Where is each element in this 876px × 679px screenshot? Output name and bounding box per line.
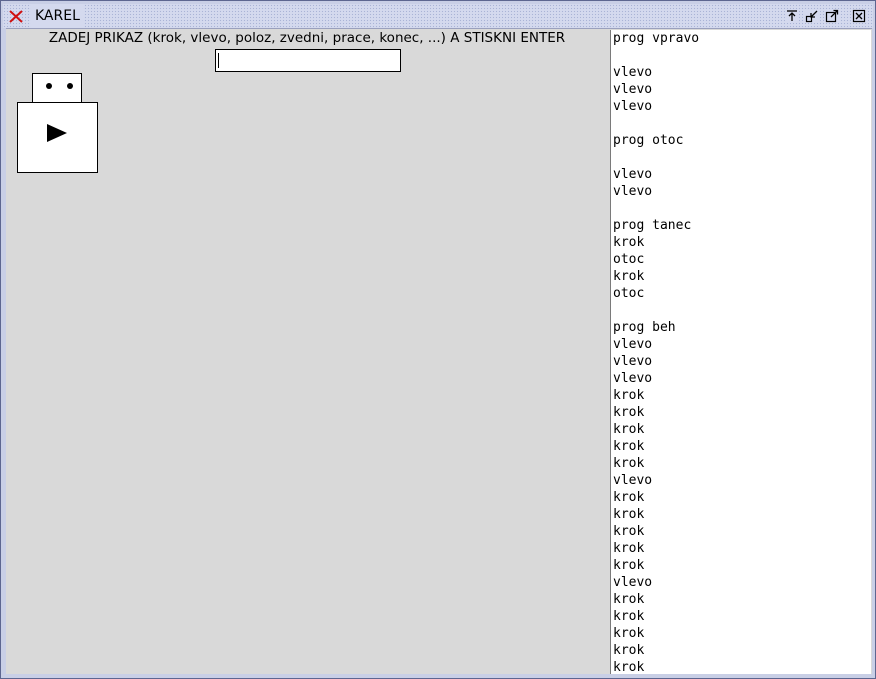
program-line: krok	[613, 456, 645, 471]
program-line: krok	[613, 660, 645, 674]
program-line: krok	[613, 507, 645, 522]
raise-icon[interactable]	[785, 9, 799, 23]
program-line: krok	[613, 592, 645, 607]
program-line: vlevo	[613, 99, 653, 114]
program-listing[interactable]: prog vpravo vlevo vlevo vlevo prog otoc vlevo…	[610, 30, 871, 674]
program-line	[613, 200, 871, 217]
program-line: otoc	[613, 252, 645, 267]
program-line	[613, 47, 871, 64]
program-line: vlevo	[613, 167, 653, 182]
program-line	[613, 149, 871, 166]
program-line: krok	[613, 439, 645, 454]
program-line: prog vpravo	[613, 31, 700, 46]
karel-window: KAREL ZADEJ PRIKAZ (krok, vlevo, poloz, …	[0, 0, 876, 679]
program-line: krok	[613, 490, 645, 505]
program-line	[613, 115, 871, 132]
client-area: ZADEJ PRIKAZ (krok, vlevo, poloz, zvedni…	[6, 28, 872, 674]
maximize-icon[interactable]	[825, 9, 839, 23]
direction-arrow-icon	[47, 124, 67, 142]
program-line: krok	[613, 609, 645, 624]
program-line: krok	[613, 269, 645, 284]
program-line: prog tanec	[613, 218, 692, 233]
minimize-icon[interactable]	[805, 9, 819, 23]
program-line: krok	[613, 541, 645, 556]
command-input[interactable]	[215, 49, 401, 72]
robot-head	[32, 73, 82, 103]
x-close-icon[interactable]	[8, 8, 24, 24]
program-line: vlevo	[613, 575, 653, 590]
program-line: krok	[613, 388, 645, 403]
window-title: KAREL	[31, 4, 84, 28]
program-line	[613, 302, 871, 319]
program-line: krok	[613, 422, 645, 437]
program-line: krok	[613, 405, 645, 420]
program-line: krok	[613, 524, 645, 539]
program-line: vlevo	[613, 184, 653, 199]
program-line: krok	[613, 235, 645, 250]
program-line: vlevo	[613, 354, 653, 369]
program-line: vlevo	[613, 337, 653, 352]
program-line: otoc	[613, 286, 645, 301]
program-line: vlevo	[613, 371, 653, 386]
program-line: prog otoc	[613, 133, 684, 148]
text-caret	[218, 53, 219, 68]
karel-robot	[17, 73, 99, 174]
program-lines: prog vpravo vlevo vlevo vlevo prog otoc vlevo…	[611, 30, 871, 674]
robot-body	[17, 102, 98, 173]
program-line: prog beh	[613, 320, 676, 335]
program-line: vlevo	[613, 473, 653, 488]
program-line: vlevo	[613, 82, 653, 97]
program-line: vlevo	[613, 65, 653, 80]
title-bar[interactable]: KAREL	[3, 4, 873, 28]
program-line: krok	[613, 626, 645, 641]
command-prompt-label: ZADEJ PRIKAZ (krok, vlevo, poloz, zvedni…	[48, 30, 566, 46]
program-line: krok	[613, 643, 645, 658]
window-bottom-border[interactable]	[3, 674, 873, 677]
program-line: krok	[613, 558, 645, 573]
robot-eye-right	[67, 83, 73, 89]
robot-eye-left	[46, 83, 52, 89]
close-icon[interactable]	[852, 9, 866, 23]
